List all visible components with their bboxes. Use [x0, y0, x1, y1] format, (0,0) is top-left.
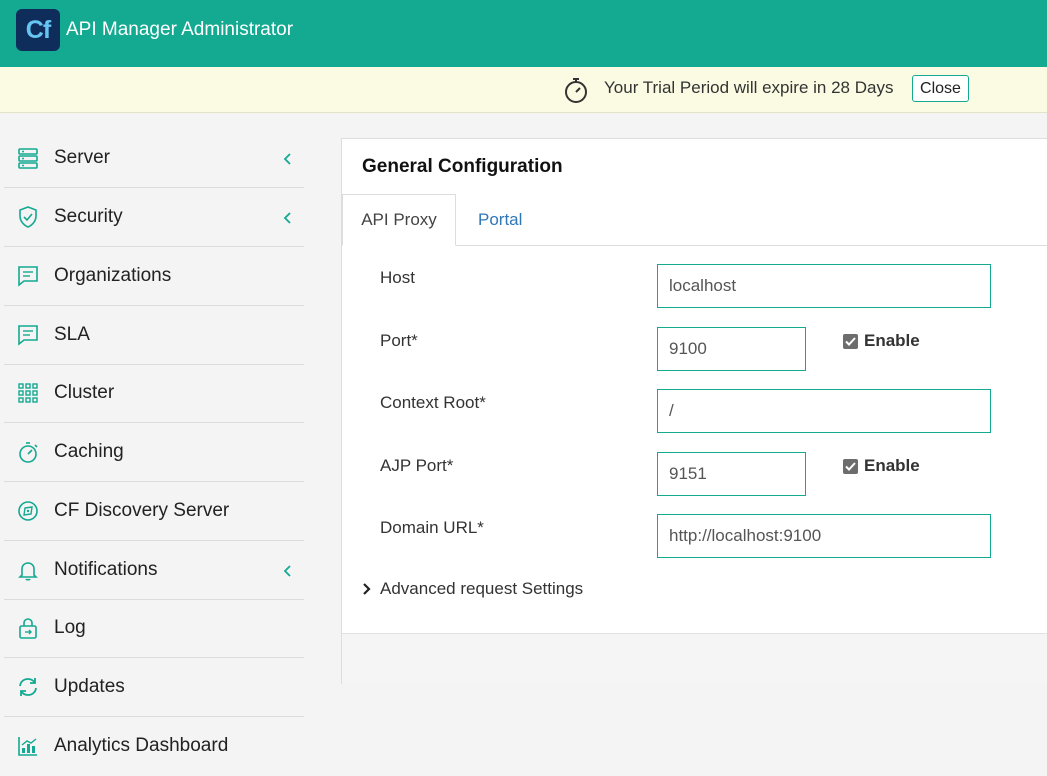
domain-url-label: Domain URL* — [380, 518, 484, 537]
context-root-label: Context Root* — [380, 393, 486, 412]
sidebar-item-cluster[interactable]: Cluster — [4, 365, 304, 423]
ajp-port-label: AJP Port* — [380, 456, 454, 475]
sidebar-item-label: CF Discovery Server — [54, 500, 230, 521]
app-logo[interactable]: Cf — [16, 9, 60, 51]
sidebar-item-log[interactable]: Log — [4, 600, 304, 658]
sidebar-item-label: SLA — [54, 324, 90, 345]
sidebar-item-label: Log — [54, 617, 86, 638]
sidebar-item-notifications[interactable]: Notifications — [4, 542, 304, 600]
app-header: Cf API Manager Administrator — [0, 0, 1047, 67]
chevron-left-icon — [283, 153, 291, 165]
lock-icon — [19, 618, 37, 639]
sidebar-item-label: Server — [54, 147, 110, 168]
sidebar-item-analytics-dashboard[interactable]: Analytics Dashboard — [4, 718, 304, 776]
trial-banner: Your Trial Period will expire in 28 Days… — [0, 67, 1047, 113]
server-icon — [18, 148, 38, 169]
chevron-right-icon — [363, 583, 371, 595]
ajp-port-enable-label: Enable — [864, 456, 920, 475]
sidebar-item-label: Caching — [54, 441, 124, 462]
host-input[interactable] — [657, 264, 991, 308]
tab-api-proxy[interactable]: API Proxy — [342, 194, 456, 246]
close-trial-button[interactable]: Close — [912, 75, 969, 102]
sidebar-item-label: Updates — [54, 676, 125, 697]
host-label: Host — [380, 268, 415, 287]
chevron-left-icon — [283, 565, 291, 577]
port-input[interactable] — [657, 327, 806, 371]
sidebar-item-updates[interactable]: Updates — [4, 659, 304, 717]
general-configuration-panel: General Configuration API Proxy Portal H… — [341, 138, 1047, 684]
sidebar-item-security[interactable]: Security — [4, 189, 304, 247]
bell-icon — [18, 562, 38, 581]
page-title: General Configuration — [362, 156, 563, 177]
stopwatch-icon — [565, 78, 587, 103]
sidebar-item-label: Notifications — [54, 559, 158, 580]
tab-portal[interactable]: Portal — [478, 210, 522, 230]
grid-icon — [18, 383, 38, 403]
sidebar-item-server[interactable]: Server — [4, 130, 304, 188]
timer-icon — [19, 442, 38, 463]
chart-icon — [18, 737, 37, 756]
chat-icon — [18, 325, 38, 346]
sidebar-nav: Server Security Organizations SLA Cluste… — [0, 113, 320, 766]
sidebar-item-label: Cluster — [54, 382, 115, 403]
checkbox-checked-icon[interactable] — [843, 459, 858, 474]
ajp-port-input[interactable] — [657, 452, 806, 496]
advanced-settings-label: Advanced request Settings — [380, 579, 584, 598]
port-enable-label: Enable — [864, 331, 920, 350]
context-root-input[interactable] — [657, 389, 991, 433]
sidebar-item-organizations[interactable]: Organizations — [4, 248, 304, 306]
shield-icon — [19, 206, 37, 228]
sidebar-item-label: Security — [54, 206, 123, 227]
sidebar-item-caching[interactable]: Caching — [4, 424, 304, 482]
compass-icon — [18, 501, 38, 521]
panel-footer — [342, 633, 1047, 684]
chevron-left-icon — [283, 212, 291, 224]
domain-url-input[interactable] — [657, 514, 991, 558]
sidebar-item-sla[interactable]: SLA — [4, 307, 304, 365]
checkbox-checked-icon[interactable] — [843, 334, 858, 349]
port-label: Port* — [380, 331, 418, 350]
app-title: API Manager Administrator — [66, 19, 294, 40]
chat-icon — [18, 266, 38, 287]
trial-message: Your Trial Period will expire in 28 Days — [604, 78, 894, 97]
sidebar-item-cf-discovery-server[interactable]: CF Discovery Server — [4, 483, 304, 541]
refresh-icon — [19, 678, 37, 696]
sidebar-item-label: Organizations — [54, 265, 172, 286]
sidebar-item-label: Analytics Dashboard — [54, 735, 229, 756]
